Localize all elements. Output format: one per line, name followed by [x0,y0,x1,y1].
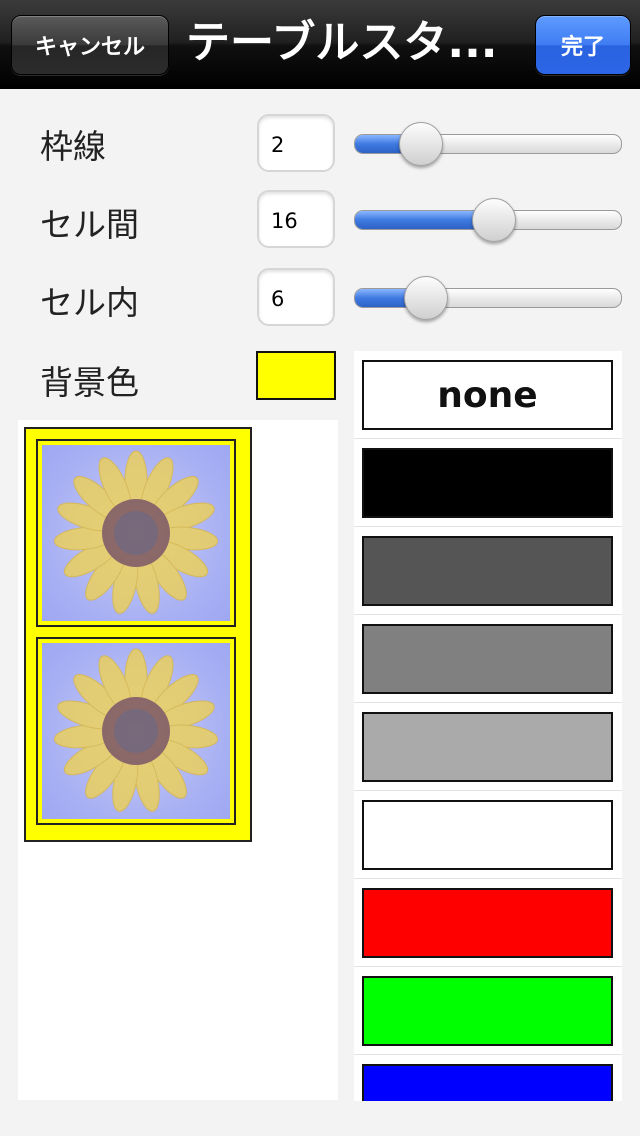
color-option-swatch [362,888,613,958]
table-preview-panel [18,420,338,1100]
color-option-none: none [362,360,613,430]
done-button[interactable]: 完了 [535,15,631,75]
slider-thumb[interactable] [403,276,448,320]
border-width-label: 枠線 [40,127,106,166]
color-option-item[interactable] [354,879,622,967]
cell-padding-slider[interactable] [354,268,622,328]
color-option-swatch [362,712,613,782]
color-option-swatch [362,536,613,606]
slider-thumb[interactable] [471,198,516,242]
background-color-swatch[interactable] [256,351,336,400]
color-option-item[interactable] [354,967,622,1055]
cell-spacing-slider[interactable] [354,190,622,250]
preview-cell [36,637,236,825]
color-option-swatch [362,800,613,870]
navigation-bar: キャンセル テーブルスタ... 完了 [0,0,640,89]
sunflower-image [42,643,230,819]
sunflower-image [42,445,230,621]
color-option-item[interactable] [354,1055,622,1101]
color-option-item[interactable] [354,703,622,791]
slider-track [354,288,622,308]
color-option-swatch [362,448,613,518]
color-option-item[interactable] [354,439,622,527]
color-option-swatch [362,624,613,694]
color-option-swatch [362,976,613,1046]
color-option-item[interactable] [354,615,622,703]
preview-cell [36,439,236,627]
color-option-item[interactable] [354,527,622,615]
slider-thumb[interactable] [399,122,444,166]
slider-track [354,134,622,154]
preview-table [24,427,252,842]
cancel-button[interactable]: キャンセル [11,15,169,75]
background-color-label: 背景色 [40,363,139,402]
cell-padding-field[interactable]: 6 [257,268,335,326]
border-width-field[interactable]: 2 [257,114,335,172]
page-title: テーブルスタ... [186,17,498,68]
cell-padding-label: セル内 [40,283,139,322]
color-option-item[interactable]: none [354,351,622,439]
cell-spacing-field[interactable]: 16 [257,190,335,248]
color-options-list[interactable]: none [354,351,622,1101]
color-option-swatch [362,1064,613,1101]
sunflower-graphic [53,450,219,614]
sunflower-graphic [53,648,219,812]
color-option-item[interactable] [354,791,622,879]
cell-spacing-label: セル間 [40,205,139,244]
border-width-slider[interactable] [354,114,622,174]
